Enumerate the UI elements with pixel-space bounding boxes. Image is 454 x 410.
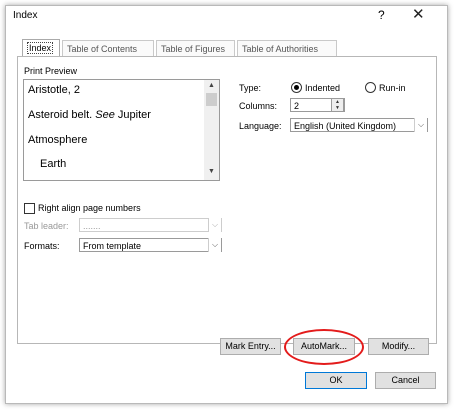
preview-text: Jupiter [117, 109, 151, 121]
columns-spinner-icon[interactable]: ▲ ▼ [331, 98, 344, 112]
tab-leader-label: Tab leader: [24, 221, 69, 231]
scroll-up-icon[interactable]: ▲ [208, 82, 215, 89]
preview-text: Asteroid belt. [28, 109, 93, 121]
dialog-title: Index [13, 10, 38, 21]
formats-select[interactable]: From template [79, 238, 222, 252]
indented-label[interactable]: Indented [305, 83, 340, 93]
language-dropdown-icon[interactable]: ⌵ [414, 118, 427, 132]
right-align-label[interactable]: Right align page numbers [38, 203, 141, 213]
run-in-label[interactable]: Run-in [379, 83, 406, 93]
scroll-thumb[interactable] [206, 93, 217, 106]
type-label: Type: [239, 83, 262, 93]
language-label: Language: [239, 121, 282, 131]
print-preview-box[interactable]: Aristotle, 2 Asteroid belt. See Jupiter … [23, 79, 206, 181]
preview-line: Aristotle, 2 [28, 84, 80, 96]
preview-see: See [95, 109, 115, 121]
help-icon[interactable]: ? [378, 8, 385, 22]
radio-indented[interactable] [291, 82, 302, 93]
cancel-button[interactable]: Cancel [375, 372, 436, 389]
tab-leader-select[interactable]: ....... [79, 218, 222, 232]
close-icon[interactable]: ✕ [412, 5, 425, 23]
tab-table-of-authorities[interactable]: Table of Authorities [237, 40, 337, 56]
ok-button[interactable]: OK [305, 372, 367, 389]
tab-leader-dropdown-icon[interactable]: ⌵ [208, 218, 221, 232]
tab-index-label: Index [27, 42, 54, 54]
modify-button[interactable]: Modify... [368, 338, 429, 355]
preview-line: Earth [40, 158, 67, 170]
print-preview-label: Print Preview [24, 66, 78, 76]
columns-label: Columns: [239, 101, 278, 111]
tab-table-of-figures[interactable]: Table of Figures [156, 40, 235, 56]
language-select[interactable]: English (United Kingdom) [290, 118, 428, 132]
preview-line: Atmosphere [28, 134, 88, 146]
highlight-circle [284, 329, 364, 365]
preview-line: Asteroid belt. See Jupiter [28, 109, 151, 121]
tab-table-of-contents[interactable]: Table of Contents [62, 40, 154, 56]
formats-label: Formats: [24, 241, 60, 251]
right-align-checkbox[interactable] [24, 203, 35, 214]
scroll-down-icon[interactable]: ▼ [208, 168, 215, 175]
tab-index[interactable]: Index [22, 39, 60, 57]
radio-run-in[interactable] [365, 82, 376, 93]
mark-entry-button[interactable]: Mark Entry... [220, 338, 281, 355]
formats-dropdown-icon[interactable]: ⌵ [208, 238, 221, 252]
